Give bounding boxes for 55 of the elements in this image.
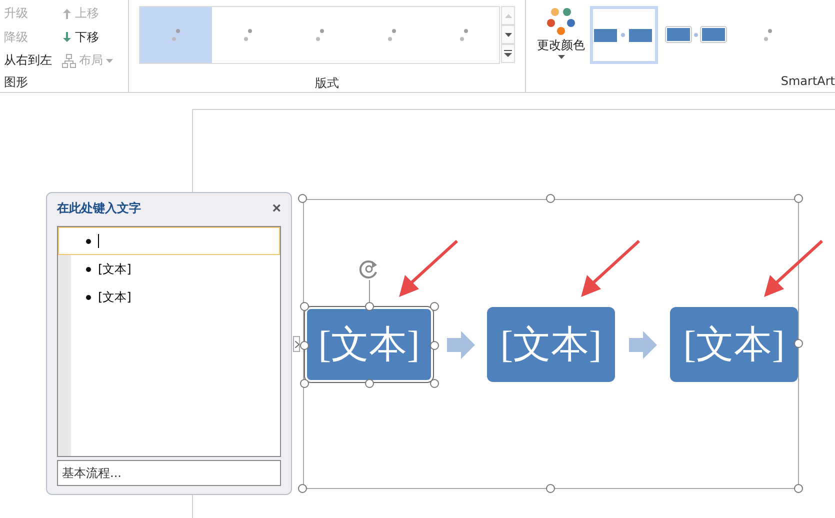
dropdown-caret-icon bbox=[106, 58, 113, 63]
resize-handle[interactable] bbox=[546, 194, 555, 203]
style-option[interactable] bbox=[590, 6, 658, 64]
placeholder-dots-icon bbox=[388, 29, 396, 41]
resize-handle[interactable] bbox=[365, 302, 374, 311]
process-shape[interactable]: [文本] bbox=[305, 307, 433, 382]
resize-handle[interactable] bbox=[794, 484, 803, 493]
text-list[interactable]: [文本] [文本] bbox=[57, 226, 281, 457]
resize-handle[interactable] bbox=[365, 379, 374, 388]
resize-handle[interactable] bbox=[300, 302, 309, 311]
process-shape[interactable]: [文本] bbox=[487, 307, 615, 382]
bullet-item[interactable]: [文本] bbox=[58, 255, 280, 283]
placeholder-dots-icon bbox=[764, 29, 772, 41]
resize-handle[interactable] bbox=[546, 484, 555, 493]
resize-handle[interactable] bbox=[430, 302, 439, 311]
resize-handle[interactable] bbox=[300, 379, 309, 388]
group-label: SmartArt bbox=[780, 73, 835, 90]
placeholder-dots-icon bbox=[460, 29, 468, 41]
group-label: 版式 bbox=[314, 75, 340, 92]
rotate-handle-icon[interactable] bbox=[358, 258, 380, 280]
group-label: 图形 bbox=[4, 74, 29, 91]
hierarchy-icon bbox=[62, 54, 76, 68]
scroll-down-button[interactable] bbox=[501, 25, 515, 44]
ribbon-button[interactable]: 从右到左 bbox=[4, 51, 62, 70]
flat-process-thumbnail-icon bbox=[594, 27, 654, 43]
chevron-right-icon bbox=[294, 340, 298, 348]
close-button[interactable]: × bbox=[272, 200, 281, 216]
bullet-item[interactable]: [文本] bbox=[58, 283, 280, 311]
process-shape[interactable]: [文本] bbox=[670, 307, 798, 382]
dropdown-caret-icon bbox=[558, 55, 564, 59]
resize-handle[interactable] bbox=[430, 379, 439, 388]
layout-name-link[interactable]: 基本流程... bbox=[57, 460, 281, 486]
color-palette-icon bbox=[546, 6, 576, 36]
placeholder-dots-icon bbox=[244, 29, 252, 41]
resize-handle[interactable] bbox=[298, 194, 307, 203]
ribbon-button[interactable]: 下移 bbox=[62, 28, 128, 47]
more-button[interactable] bbox=[501, 44, 515, 63]
up-caret-icon bbox=[504, 14, 512, 18]
resize-handle[interactable] bbox=[298, 484, 307, 493]
expand-gallery-icon bbox=[504, 50, 512, 57]
down-caret-icon bbox=[504, 32, 512, 36]
change-colors-button[interactable]: 更改颜色 bbox=[534, 6, 588, 68]
resize-handle[interactable] bbox=[794, 194, 803, 203]
down-arrow-icon bbox=[62, 31, 72, 44]
up-arrow-icon bbox=[62, 8, 72, 20]
diagram-frame[interactable] bbox=[303, 199, 799, 489]
placeholder-dots-icon bbox=[172, 29, 180, 41]
placeholder-dots-icon bbox=[316, 29, 324, 41]
resize-handle[interactable] bbox=[794, 339, 803, 348]
flow-arrow-icon bbox=[447, 331, 475, 359]
raised-process-thumbnail-icon bbox=[665, 26, 727, 44]
expand-tab[interactable] bbox=[293, 336, 300, 352]
flow-arrow-icon bbox=[629, 331, 657, 359]
pane-title: 在此处键入文字 bbox=[57, 200, 141, 216]
resize-handle[interactable] bbox=[300, 340, 309, 350]
